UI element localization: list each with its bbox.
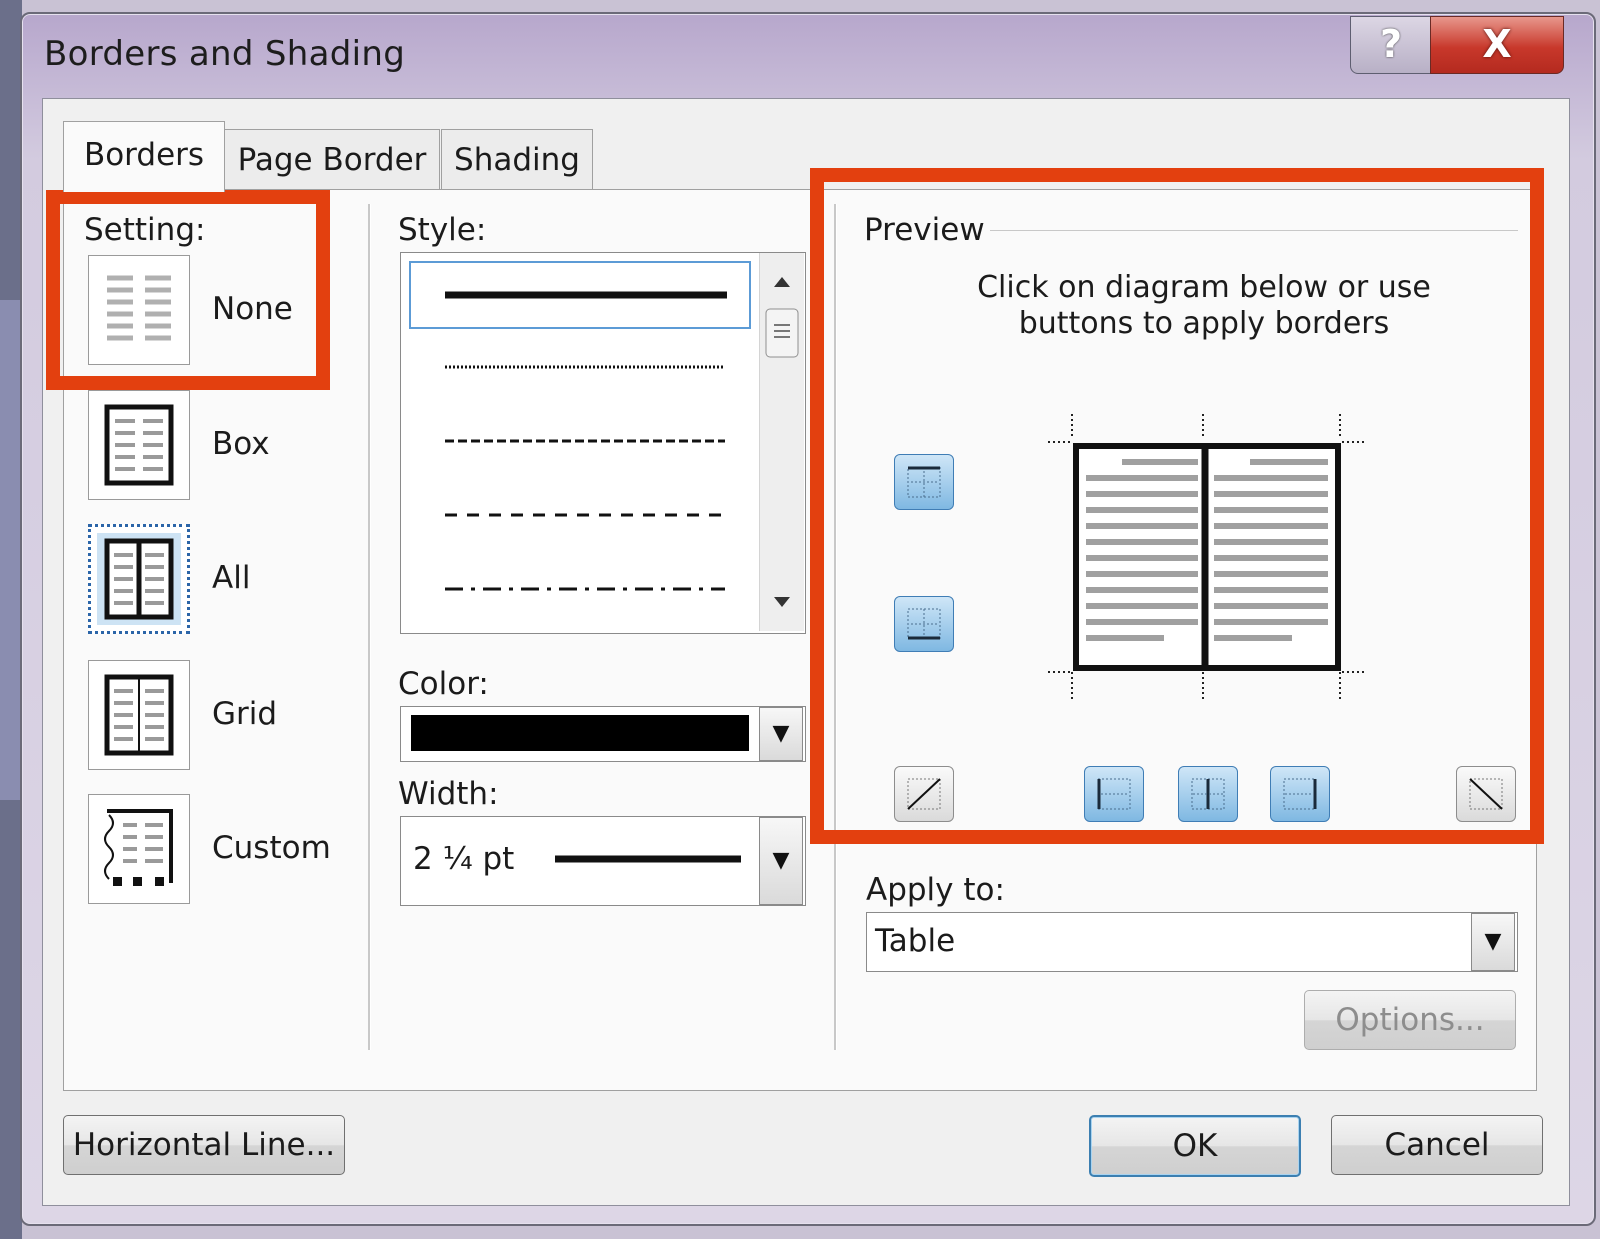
style-label: Style: [398, 212, 487, 248]
horizontal-line-button[interactable]: Horizontal Line... [63, 1115, 345, 1175]
style-scrollbar[interactable] [759, 253, 804, 631]
apply-to-dropdown-button[interactable]: ▼ [1471, 913, 1515, 971]
chevron-down-icon: ▼ [1484, 929, 1502, 954]
dialog-client-area: Borders Page Border Shading Setting: Non… [42, 98, 1570, 1206]
setting-custom-label[interactable]: Custom [212, 830, 331, 866]
help-button[interactable]: ? [1350, 16, 1432, 74]
setting-box-box[interactable] [88, 390, 190, 500]
color-dropdown[interactable]: ▼ [400, 706, 806, 762]
tab-page-border[interactable]: Page Border [224, 129, 440, 190]
setting-box-icon [104, 404, 174, 486]
color-swatch [411, 715, 749, 751]
color-label: Color: [398, 666, 489, 702]
ok-button[interactable]: OK [1089, 1115, 1301, 1177]
width-dropdown[interactable]: 2 ¼ pt ▼ [400, 816, 806, 906]
scroll-thumb [765, 308, 799, 358]
background-document-shade [0, 300, 22, 800]
none-highlight-box [46, 190, 330, 390]
tab-borders-label: Borders [83, 137, 205, 173]
width-dropdown-button[interactable]: ▼ [759, 817, 803, 905]
apply-to-label: Apply to: [866, 872, 1005, 908]
preview-highlight-box [810, 168, 1544, 844]
scroll-down-arrow-icon [774, 597, 790, 607]
setting-grid-label[interactable]: Grid [212, 696, 277, 732]
setting-all-icon [97, 533, 181, 625]
style-option-solid[interactable] [409, 261, 751, 329]
setting-custom-icon [104, 809, 173, 886]
chevron-down-icon: ▼ [772, 721, 790, 746]
style-listbox[interactable] [400, 252, 806, 634]
setting-grid-icon [104, 674, 174, 756]
tab-shading[interactable]: Shading [441, 129, 593, 190]
tab-page-border-label: Page Border [237, 142, 427, 178]
chevron-down-icon: ▼ [772, 848, 790, 873]
close-button[interactable]: X [1430, 16, 1564, 74]
setting-all-box[interactable] [88, 524, 190, 634]
apply-to-value: Table [875, 923, 956, 959]
width-line-sample [555, 855, 741, 863]
width-value: 2 ¼ pt [413, 841, 515, 877]
width-label: Width: [398, 776, 499, 812]
color-dropdown-button[interactable]: ▼ [759, 707, 803, 761]
tab-shading-label: Shading [454, 142, 580, 178]
scroll-up-arrow-icon [774, 277, 790, 287]
cancel-button[interactable]: Cancel [1331, 1115, 1543, 1175]
apply-to-dropdown[interactable]: Table ▼ [866, 912, 1518, 972]
style-line-samples [445, 365, 725, 591]
window-title: Borders and Shading [44, 34, 406, 74]
borders-tab-panel: Setting: None Box All Grid Custom Style:… [46, 168, 1544, 1091]
setting-custom-box[interactable] [88, 794, 190, 904]
scrollbar-graphics [765, 277, 799, 607]
setting-grid-box[interactable] [88, 660, 190, 770]
style-solid-line [445, 291, 727, 299]
options-button[interactable]: Options... [1304, 990, 1516, 1050]
tab-borders[interactable]: Borders [63, 121, 225, 192]
borders-and-shading-dialog: Borders and Shading ? X Borders Page Bor… [20, 12, 1596, 1226]
setting-box-label[interactable]: Box [212, 426, 270, 462]
separator-left [368, 204, 371, 1050]
setting-all-label[interactable]: All [212, 560, 250, 596]
